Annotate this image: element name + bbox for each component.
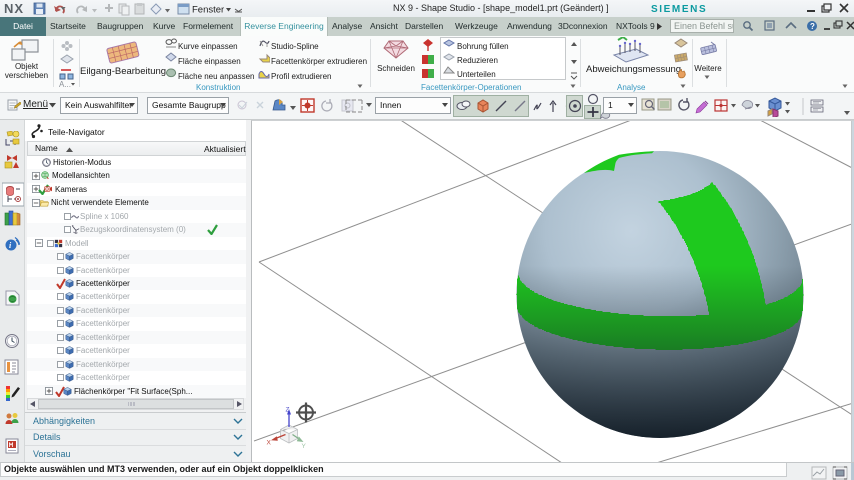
- svg-text:Fenster: Fenster: [192, 5, 224, 16]
- svg-text:X: X: [267, 440, 272, 447]
- svg-text:A...: A...: [59, 80, 71, 88]
- svg-text:Z: Z: [286, 407, 290, 414]
- svg-text:Y: Y: [302, 443, 307, 450]
- svg-text:?: ?: [810, 22, 815, 31]
